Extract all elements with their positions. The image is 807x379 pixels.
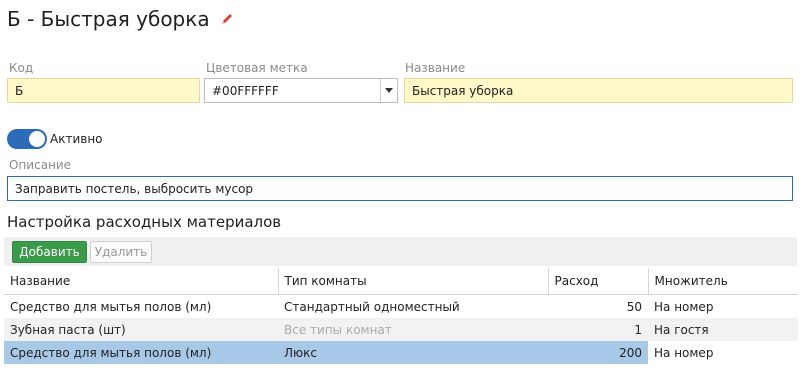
cell-room-type: Стандартный одноместный: [284, 299, 460, 314]
cell-usage: 1: [548, 318, 648, 341]
delete-button[interactable]: Удалить: [90, 241, 152, 263]
page-title: Б - Быстрая уборка: [7, 7, 234, 31]
table-row[interactable]: Зубная паста (шт) Все типы комнат 1 На г…: [4, 318, 798, 341]
code-label: Код: [9, 61, 34, 75]
cell-usage: 50: [626, 299, 642, 314]
cell-usage: 200: [548, 341, 648, 364]
cell-multiplier: На гостя: [648, 318, 798, 341]
cell-room-type: Люкс: [278, 341, 548, 364]
cell-multiplier: На номер: [648, 341, 798, 364]
table-row[interactable]: Средство для мытья полов (мл) Стандартны…: [4, 295, 798, 319]
cell-room-type: Все типы комнат: [278, 318, 548, 341]
column-header-usage[interactable]: Расход: [548, 268, 649, 295]
column-header-name[interactable]: Название: [4, 268, 279, 295]
color-tag-select[interactable]: #00FFFFFF: [204, 78, 398, 103]
cell-multiplier: На номер: [654, 299, 714, 314]
name-value: Быстрая уборка: [412, 83, 514, 98]
active-toggle[interactable]: [7, 129, 47, 149]
table-header-row: Название Тип комнаты Расход Множитель: [4, 268, 798, 295]
name-label: Название: [405, 61, 466, 75]
cell-name: Зубная паста (шт): [4, 318, 278, 341]
materials-table: Название Тип комнаты Расход Множитель Ср…: [4, 268, 798, 364]
table-row-selected[interactable]: Средство для мытья полов (мл) Люкс 200 Н…: [4, 341, 798, 364]
column-header-room-type[interactable]: Тип комнаты: [278, 268, 549, 295]
active-label: Активно: [50, 132, 103, 146]
page-title-text: Б - Быстрая уборка: [7, 7, 210, 31]
cell-name: Средство для мытья полов (мл): [4, 341, 278, 364]
chevron-down-icon[interactable]: [380, 79, 397, 102]
materials-section-title: Настройка расходных материалов: [7, 213, 282, 231]
pencil-icon[interactable]: [220, 12, 234, 26]
column-header-multiplier[interactable]: Множитель: [648, 268, 798, 295]
description-value: Заправить постель, выбросить мусор: [15, 181, 254, 196]
cell-name: Средство для мытья полов (мл): [10, 299, 212, 314]
code-value: Б: [15, 83, 24, 98]
name-field[interactable]: Быстрая уборка: [404, 78, 793, 103]
color-tag-label: Цветовая метка: [206, 61, 308, 75]
description-field[interactable]: Заправить постель, выбросить мусор: [7, 176, 793, 201]
description-label: Описание: [9, 158, 72, 172]
toggle-knob: [29, 131, 45, 147]
code-field[interactable]: Б: [7, 78, 200, 103]
color-tag-value: #00FFFFFF: [212, 83, 279, 98]
materials-toolbar: Добавить Удалить: [4, 237, 797, 266]
add-button[interactable]: Добавить: [12, 241, 87, 263]
